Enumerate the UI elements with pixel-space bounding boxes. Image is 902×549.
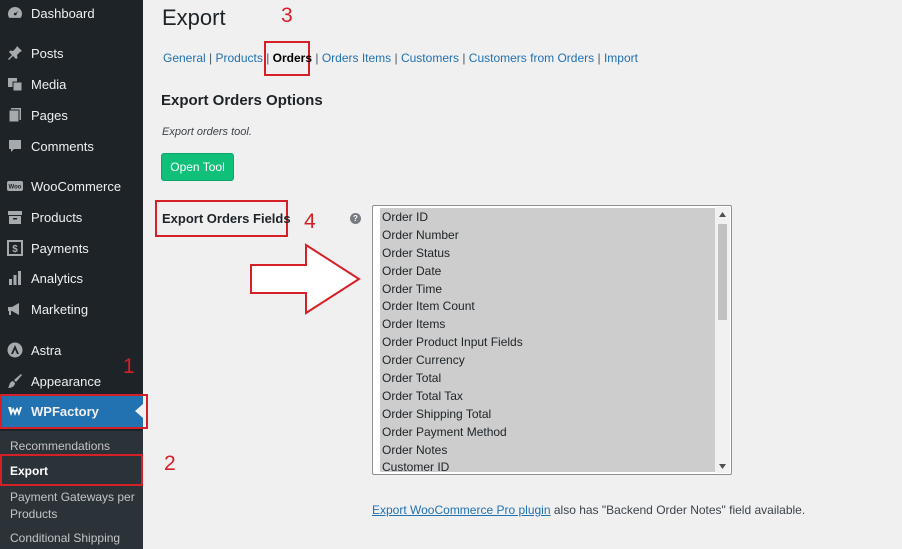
- pin-icon: [7, 45, 23, 61]
- help-icon[interactable]: ?: [350, 213, 361, 224]
- tab-orders[interactable]: Orders: [273, 51, 312, 65]
- listbox-scrollbar[interactable]: [715, 207, 730, 473]
- menu-woocommerce[interactable]: Woo WooCommerce: [0, 174, 143, 198]
- tab-import[interactable]: Import: [604, 51, 638, 65]
- field-option[interactable]: Order Product Input Fields: [380, 333, 716, 351]
- menu-analytics[interactable]: Analytics: [0, 266, 143, 290]
- svg-text:$: $: [12, 244, 18, 255]
- megaphone-icon: [7, 301, 23, 317]
- section-description: Export orders tool.: [162, 126, 252, 138]
- annotation-arrow-icon: [250, 243, 361, 315]
- submenu-conditional-shipping[interactable]: Conditional Shipping: [10, 530, 140, 547]
- menu-posts[interactable]: Posts: [0, 41, 143, 65]
- wpfactory-submenu: Recommendations Export Payment Gateways …: [0, 431, 143, 549]
- menu-dashboard-label: Dashboard: [31, 5, 95, 21]
- submenu-export[interactable]: Export: [10, 463, 140, 480]
- comment-icon: [7, 138, 23, 154]
- archive-icon: [7, 209, 23, 225]
- bar-chart-icon: [7, 270, 23, 286]
- dollar-icon: $: [7, 240, 23, 256]
- menu-media-label: Media: [31, 76, 67, 92]
- menu-products-label: Products: [31, 209, 83, 225]
- wpfactory-icon: [7, 403, 23, 419]
- field-option[interactable]: Order Date: [380, 262, 716, 280]
- scroll-down-icon[interactable]: [715, 459, 730, 473]
- field-option[interactable]: Order Items: [380, 315, 716, 333]
- page-title: Export: [162, 5, 226, 30]
- pages-icon: [7, 107, 23, 123]
- menu-appearance-label: Appearance: [31, 373, 102, 389]
- menu-posts-label: Posts: [31, 45, 64, 61]
- field-option[interactable]: Order Total Tax: [380, 387, 716, 405]
- field-option[interactable]: Order Shipping Total: [380, 405, 716, 423]
- field-option[interactable]: Order ID: [380, 208, 716, 226]
- media-icon: [7, 76, 23, 92]
- field-option[interactable]: Order Notes: [380, 441, 716, 459]
- menu-appearance[interactable]: Appearance: [0, 369, 143, 393]
- field-option[interactable]: Order Item Count: [380, 297, 716, 315]
- annotation-number-2: 2: [164, 452, 176, 475]
- section-title: Export Orders Options: [161, 92, 323, 109]
- menu-products[interactable]: Products: [0, 205, 143, 229]
- astra-icon: [7, 342, 23, 358]
- menu-wpfactory[interactable]: WPFactory: [0, 395, 143, 427]
- menu-dashboard[interactable]: Dashboard: [0, 1, 143, 25]
- menu-pages-label: Pages: [31, 107, 68, 123]
- annotation-number-1: 1: [123, 355, 135, 378]
- field-option[interactable]: Order Status: [380, 244, 716, 262]
- menu-pages[interactable]: Pages: [0, 103, 143, 127]
- field-option[interactable]: Order Number: [380, 226, 716, 244]
- tab-orders-items[interactable]: Orders Items: [322, 51, 391, 65]
- field-option[interactable]: Customer ID: [380, 458, 716, 472]
- tab-products[interactable]: Products: [216, 51, 263, 65]
- footnote-text: also has "Backend Order Notes" field ava…: [550, 503, 806, 517]
- scroll-up-icon[interactable]: [715, 207, 730, 221]
- menu-astra[interactable]: Astra: [0, 338, 143, 362]
- pro-plugin-link[interactable]: Export WooCommerce Pro plugin: [372, 503, 551, 517]
- menu-comments[interactable]: Comments: [0, 134, 143, 158]
- annotation-number-3: 3: [281, 4, 293, 27]
- menu-payments[interactable]: $ Payments: [0, 236, 143, 260]
- export-fields-options: Order ID Order Number Order Status Order Da…: [380, 208, 716, 472]
- tab-nav: General | Products | Orders | Orders Ite…: [163, 51, 638, 65]
- menu-comments-label: Comments: [31, 138, 94, 154]
- menu-payments-label: Payments: [31, 240, 89, 256]
- active-indicator-icon: [135, 404, 143, 418]
- menu-woocommerce-label: WooCommerce: [31, 178, 122, 194]
- open-tool-button[interactable]: Open Tool: [161, 153, 234, 181]
- admin-sidebar: Dashboard Posts Media Pages Comments Woo…: [0, 0, 143, 549]
- export-fields-select[interactable]: Order ID Order Number Order Status Order Da…: [372, 205, 732, 475]
- woo-icon: Woo: [7, 178, 23, 194]
- menu-analytics-label: Analytics: [31, 270, 84, 286]
- tab-general[interactable]: General: [163, 51, 206, 65]
- field-option[interactable]: Order Currency: [380, 351, 716, 369]
- svg-text:Woo: Woo: [9, 185, 22, 191]
- brush-icon: [7, 373, 23, 389]
- menu-wpfactory-label: WPFactory: [31, 403, 99, 419]
- annotation-number-4: 4: [304, 210, 316, 233]
- submenu-recommendations[interactable]: Recommendations: [10, 438, 140, 455]
- menu-media[interactable]: Media: [0, 72, 143, 96]
- field-option[interactable]: Order Time: [380, 280, 716, 298]
- field-option[interactable]: Order Payment Method: [380, 423, 716, 441]
- menu-marketing[interactable]: Marketing: [0, 297, 143, 321]
- scrollbar-thumb[interactable]: [718, 224, 727, 320]
- tab-customers[interactable]: Customers: [401, 51, 459, 65]
- export-fields-label: Export Orders Fields: [162, 211, 291, 226]
- footnote: Export WooCommerce Pro plugin also has "…: [372, 503, 805, 517]
- field-option[interactable]: Order Total: [380, 369, 716, 387]
- submenu-payment-gateways-per-products[interactable]: Payment Gateways per Products: [10, 489, 140, 523]
- menu-marketing-label: Marketing: [31, 301, 89, 317]
- dashboard-icon: [7, 5, 23, 21]
- tab-customers-from-orders[interactable]: Customers from Orders: [469, 51, 594, 65]
- menu-astra-label: Astra: [31, 342, 62, 358]
